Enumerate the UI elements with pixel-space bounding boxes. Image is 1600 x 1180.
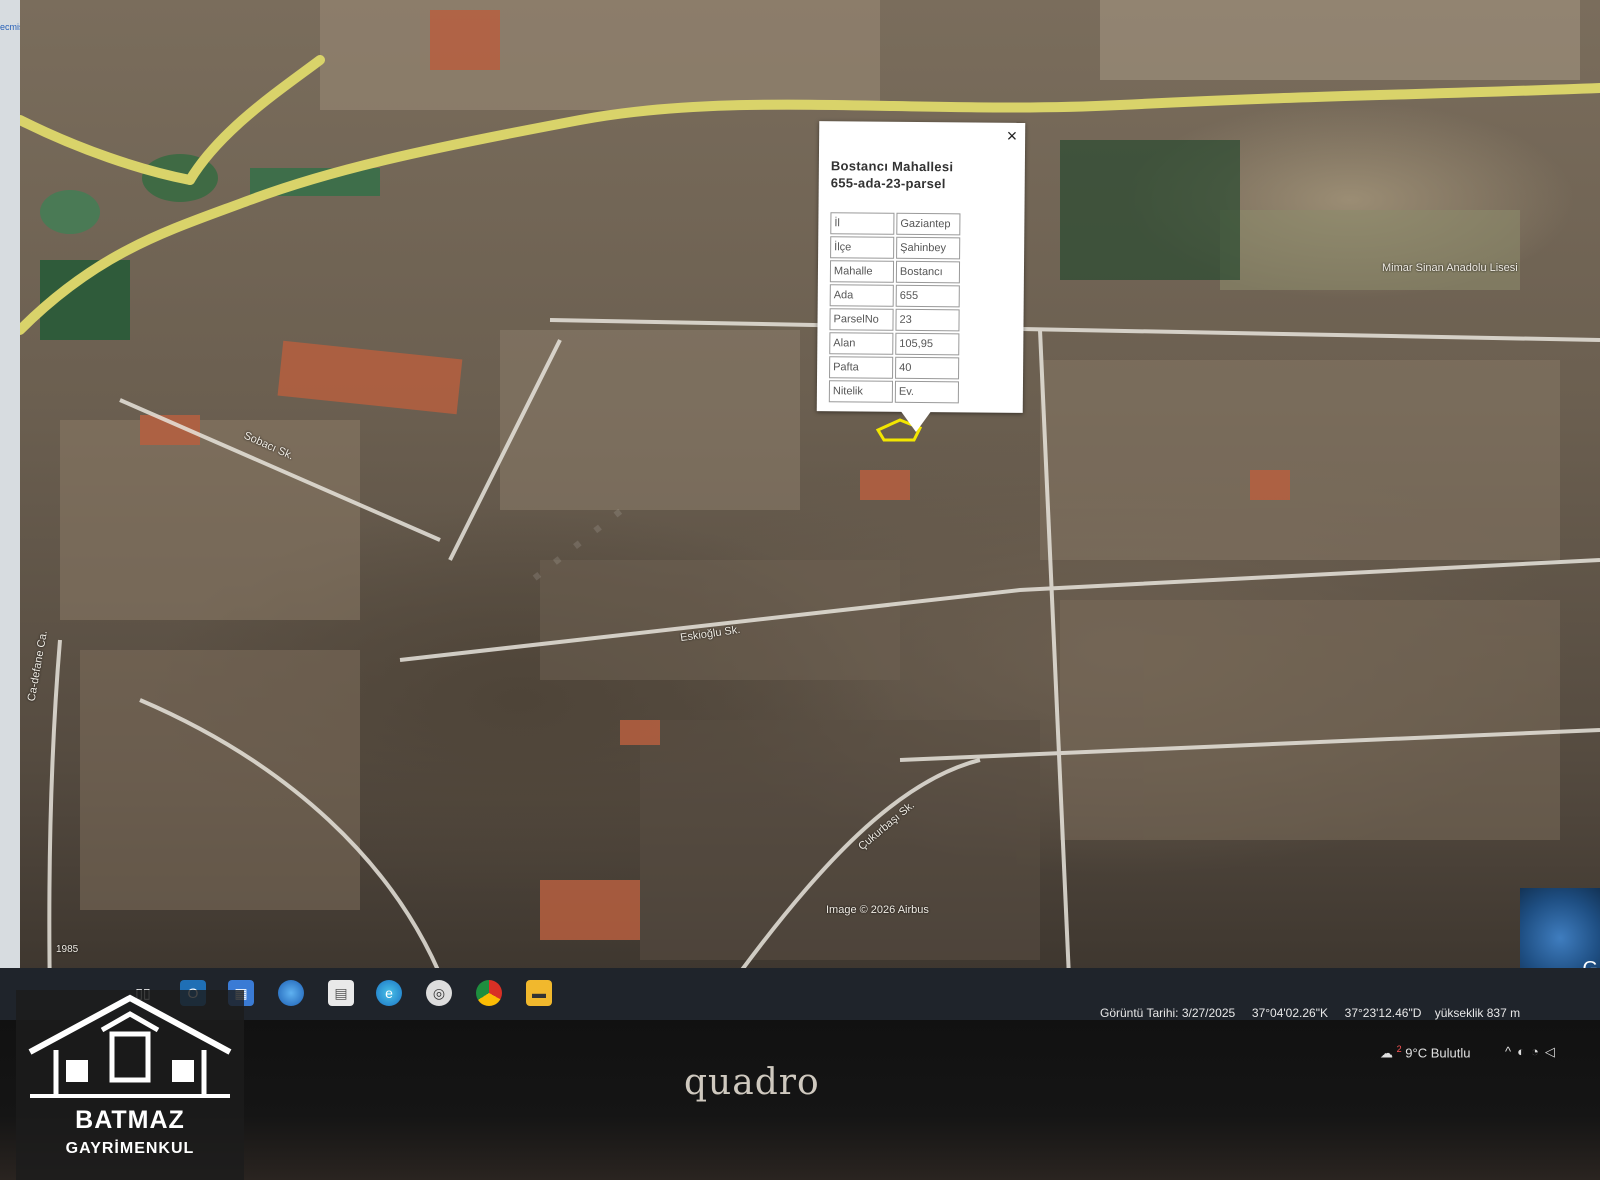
attribute-row: Ada 655 — [829, 284, 960, 308]
imagery-copyright: Image © 2026 Airbus — [826, 904, 929, 916]
latitude: 37°04'02.26"K — [1251, 1006, 1328, 1020]
parcel-info-popup: × Bostancı Mahallesi 655-ada-23-parsel İ… — [816, 121, 1026, 413]
imagery-date: Görüntü Tarihi: 3/27/2025 — [1100, 1006, 1236, 1020]
attribute-key: Pafta — [829, 356, 894, 379]
popup-pointer — [900, 410, 932, 432]
longitude: 37°23'12.46"D — [1344, 1006, 1422, 1020]
browser-edge: ecmis — [0, 0, 24, 1010]
attribute-key: İlçe — [830, 236, 895, 259]
satellite-map[interactable]: · · · · · Mimar Sinan Anadolu Lisesi Sob… — [20, 0, 1600, 1010]
cloud-icon: ☁ — [1380, 1045, 1393, 1061]
batmaz-watermark-logo: BATMAZ GAYRİMENKUL — [16, 990, 244, 1180]
map-features — [20, 0, 1600, 1002]
attribute-key: Ada — [829, 284, 894, 307]
history-year[interactable]: 1985 — [56, 944, 78, 955]
chevron-up-icon[interactable]: ^ — [1505, 1044, 1517, 1059]
volume-icon[interactable]: ◁ — [1545, 1044, 1561, 1059]
attribute-value: 23 — [895, 308, 960, 332]
photo-of-monitor: ecmis · · · · · Mimar Sinan Anadolu Lise… — [0, 0, 1600, 1180]
attribute-value: Şahinbey — [896, 236, 961, 260]
popup-title: Bostancı Mahallesi 655-ada-23-parsel — [831, 157, 1025, 193]
elevation: yükseklik 837 m — [1434, 1006, 1521, 1020]
house-logo-icon — [28, 994, 232, 1098]
earth-icon[interactable] — [278, 980, 304, 1006]
attribute-row: Nitelik Ev. — [828, 380, 960, 404]
attribute-row: Alan 105,95 — [829, 332, 960, 356]
attribute-key: İl — [830, 212, 895, 235]
whatsapp-icon[interactable]: ◎ — [426, 980, 452, 1006]
logo-name: BATMAZ — [75, 1106, 185, 1134]
attribute-row: İlçe Şahinbey — [830, 236, 961, 260]
attribute-row: Mahalle Bostancı — [829, 260, 961, 284]
popup-title-parcel: 655-ada-23-parsel — [830, 175, 946, 192]
attribute-key: Mahalle — [829, 260, 895, 283]
attribute-row: İl Gaziantep — [830, 212, 961, 236]
attribute-row: Pafta 40 — [829, 356, 960, 380]
weather-badge: 2 — [1396, 1044, 1402, 1054]
school-label: Mimar Sinan Anadolu Lisesi — [1382, 262, 1518, 274]
weather-widget[interactable]: ☁ 2 9°C Bulutlu — [1380, 1044, 1470, 1061]
earth-status-bar: Görüntü Tarihi: 3/27/2025 37°04'02.26"K … — [1100, 1006, 1520, 1020]
attribute-row: ParselNo 23 — [829, 308, 960, 332]
wifi-icon[interactable]: ◔ — [1531, 1044, 1545, 1059]
logo-subtitle: GAYRİMENKUL — [65, 1140, 195, 1157]
document-icon[interactable]: ▤ — [328, 980, 354, 1006]
popup-title-neighborhood: Bostancı Mahallesi — [830, 158, 954, 175]
parcel-attributes-table: İl Gaziantep İlçe Şahinbey Mahalle Bostancı Ad… — [827, 210, 963, 405]
attribute-value: 40 — [895, 356, 960, 380]
attribute-value: Gaziantep — [896, 212, 961, 236]
network-icon[interactable]: ◐ — [1517, 1044, 1531, 1059]
system-tray[interactable]: ^◐◔◁ — [1505, 1044, 1561, 1060]
chrome-icon[interactable] — [476, 980, 502, 1006]
attribute-value: 655 — [895, 284, 960, 308]
file-explorer-icon[interactable]: ▬ — [526, 980, 552, 1006]
weather-text: 9°C Bulutlu — [1405, 1045, 1471, 1061]
attribute-value: Bostancı — [895, 260, 961, 284]
close-icon[interactable]: × — [1007, 126, 1018, 146]
attribute-key: Alan — [829, 332, 894, 355]
edge-icon[interactable]: e — [376, 980, 402, 1006]
attribute-key: ParselNo — [829, 308, 894, 331]
monitor-brand: quadro — [684, 1062, 820, 1103]
attribute-value: 105,95 — [895, 332, 960, 356]
attribute-value: Ev. — [894, 380, 960, 404]
green-areas — [40, 140, 1520, 340]
attribute-key: Nitelik — [828, 380, 894, 403]
